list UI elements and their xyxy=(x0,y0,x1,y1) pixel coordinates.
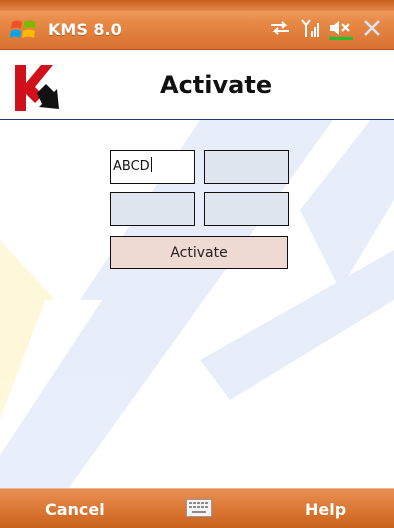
close-icon xyxy=(364,20,380,36)
close-button[interactable] xyxy=(362,18,386,42)
volume-muted-icon[interactable] xyxy=(328,16,354,44)
status-bar: KMS 8.0 xyxy=(0,0,394,50)
status-top-strip xyxy=(0,0,394,11)
text-caret xyxy=(150,157,152,172)
code-field-1[interactable]: ABCD xyxy=(110,150,195,184)
code-field-3[interactable] xyxy=(110,192,195,226)
sync-arrows-icon[interactable] xyxy=(268,18,292,42)
signal-icon[interactable] xyxy=(300,17,320,43)
kaspersky-logo-icon xyxy=(15,65,59,111)
code-field-1-value: ABCD xyxy=(113,159,150,174)
activate-button-label: Activate xyxy=(170,244,228,261)
help-softkey[interactable]: Help xyxy=(305,500,346,519)
app-title[interactable]: KMS 8.0 xyxy=(48,20,122,39)
code-field-2[interactable] xyxy=(204,150,289,184)
softkey-bar: Cancel Help xyxy=(0,488,394,528)
page-title: Activate xyxy=(160,71,273,99)
keyboard-icon[interactable] xyxy=(186,499,212,517)
header-divider xyxy=(0,119,394,120)
code-field-4[interactable] xyxy=(204,192,289,226)
windows-logo-icon[interactable] xyxy=(10,17,38,43)
cancel-softkey[interactable]: Cancel xyxy=(45,500,105,519)
status-icons xyxy=(268,16,386,44)
activate-button[interactable]: Activate xyxy=(110,236,288,269)
